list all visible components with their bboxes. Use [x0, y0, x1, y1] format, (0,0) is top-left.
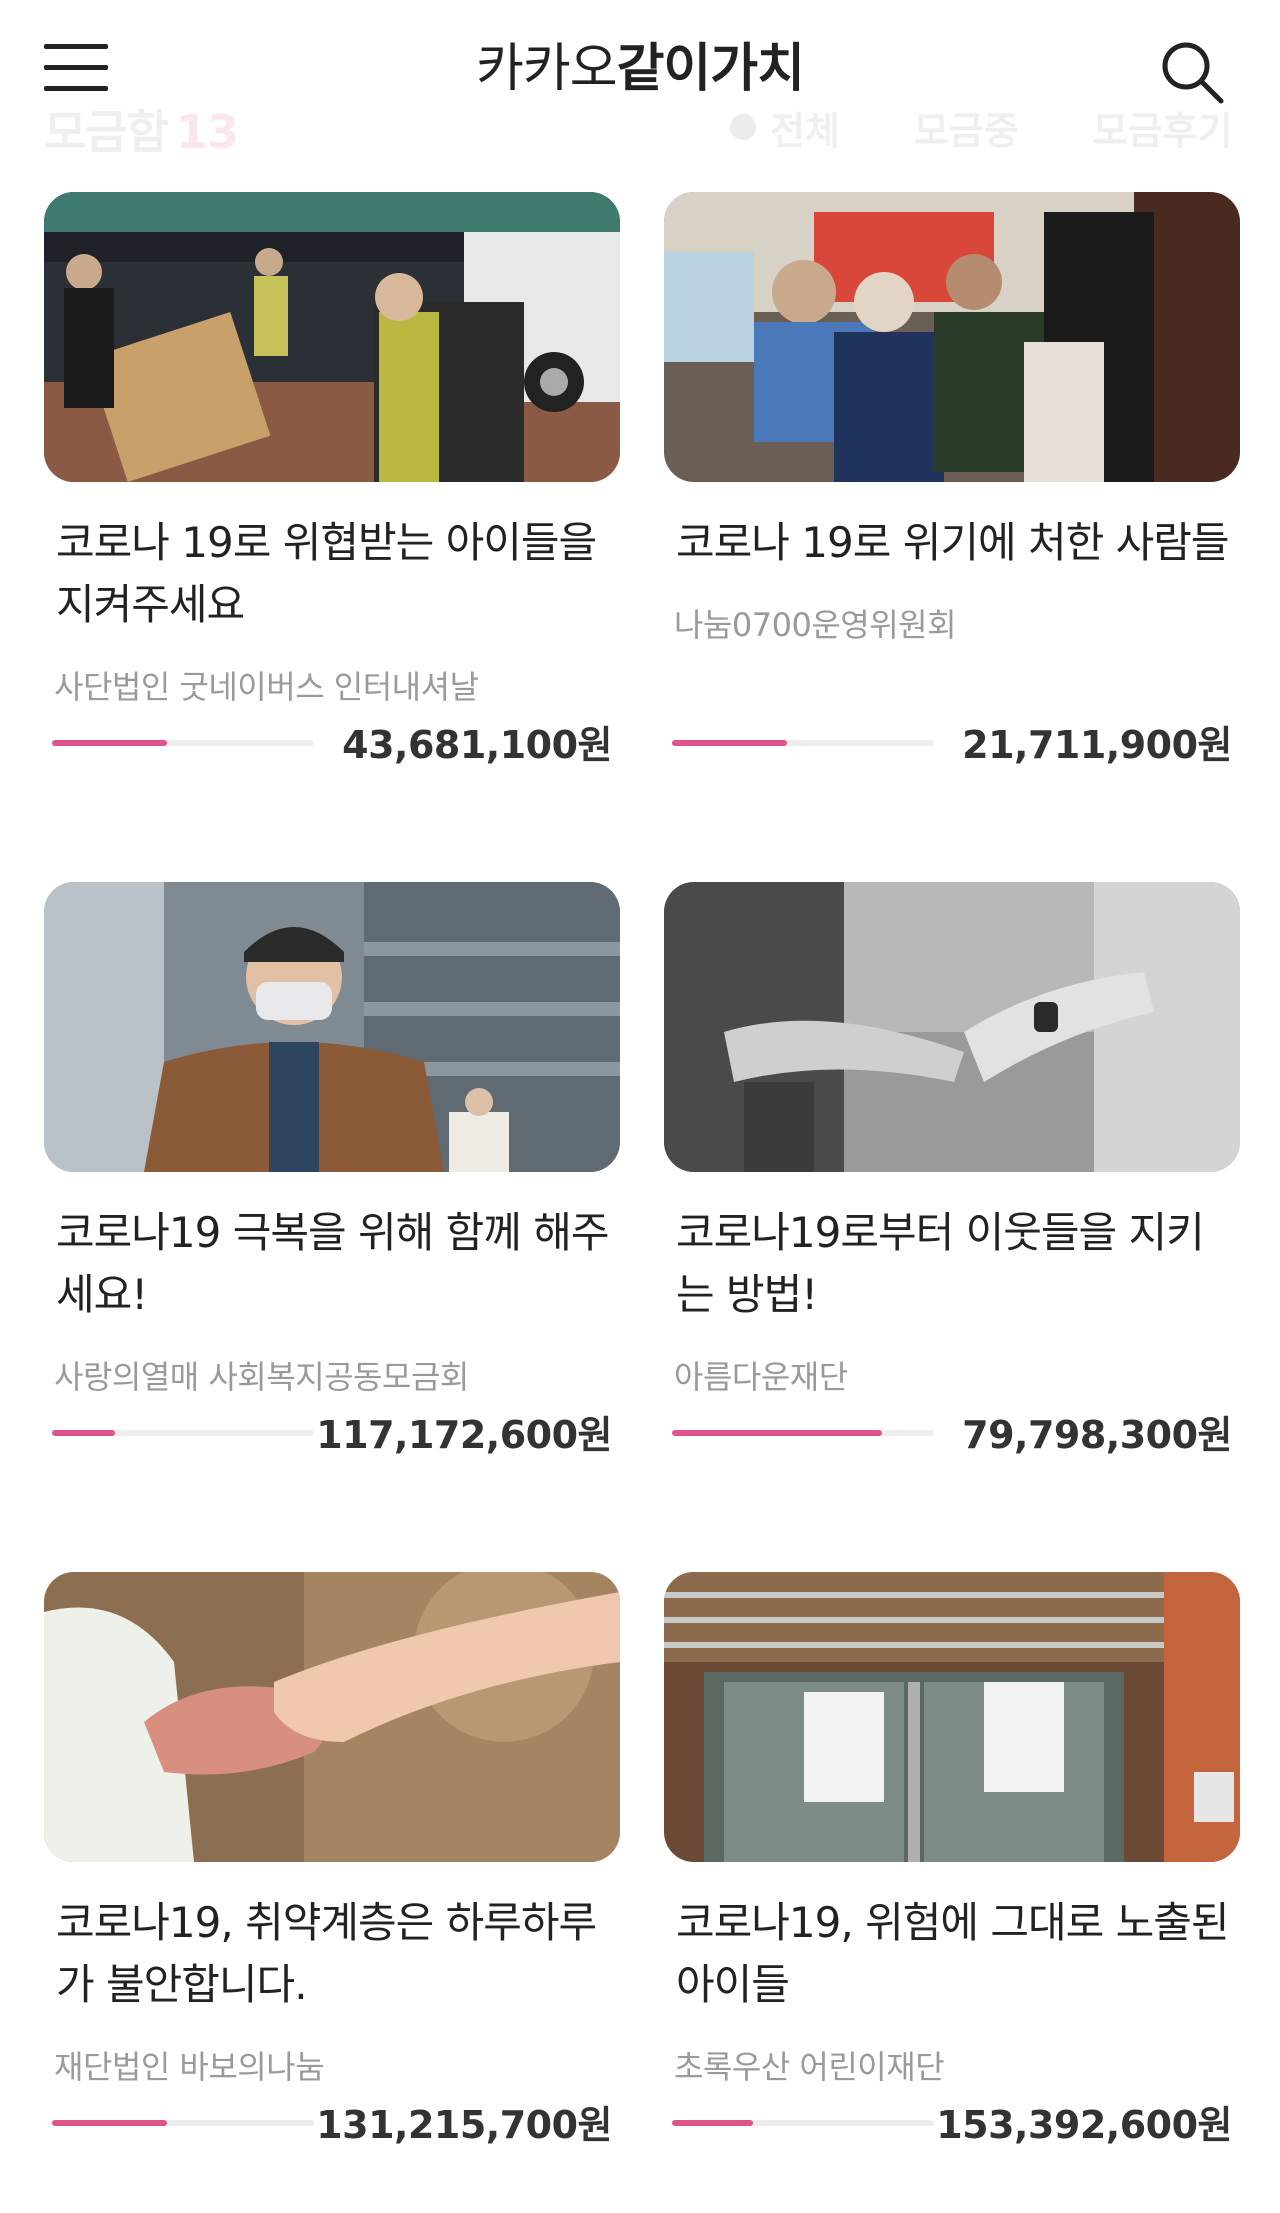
campaign-amount: 79,798,300원: [962, 1413, 1232, 1457]
page: 카카오같이가치 모금함 13 전체 모금중 모금후기 코로나 19로 위협받는 …: [0, 0, 1280, 2213]
campaign-thumbnail-elderly-care[interactable]: [664, 192, 1240, 482]
campaign-org: 아름다운재단: [674, 1358, 848, 1396]
campaign-title[interactable]: 코로나19, 취약계층은 하루하루가 불안합니다.: [56, 1892, 616, 2016]
campaign-thumbnail-closed-door[interactable]: [664, 1572, 1240, 1862]
campaign-card[interactable]: 코로나19, 위험에 그대로 노출된 아이들 초록우산 어린이재단 153,39…: [664, 1572, 1240, 2212]
campaign-org: 나눔0700운영위원회: [674, 606, 957, 644]
progress-bar: [672, 1430, 934, 1436]
progress-bar: [672, 2120, 934, 2126]
progress-bar-fill: [52, 740, 168, 746]
campaign-org: 사단법인 굿네이버스 인터내셔날: [54, 668, 479, 706]
progress-bar: [672, 740, 934, 746]
campaign-card[interactable]: 코로나 19로 위기에 처한 사람들 나눔0700운영위원회 21,711,90…: [664, 192, 1240, 832]
progress-bar: [52, 1430, 314, 1436]
campaign-thumbnail-hands-elderly[interactable]: [44, 1572, 620, 1862]
campaign-thumbnail-volunteers-night[interactable]: [44, 192, 620, 482]
campaign-grid: 코로나 19로 위협받는 아이들을 지켜주세요 사단법인 굿네이버스 인터내셔날…: [0, 0, 1280, 2213]
progress-bar-fill: [52, 1430, 115, 1436]
campaign-org: 사랑의열매 사회복지공동모금회: [54, 1358, 469, 1396]
campaign-thumbnail-holding-hands-bw[interactable]: [664, 882, 1240, 1172]
campaign-amount: 117,172,600원: [316, 1413, 612, 1457]
campaign-title[interactable]: 코로나 19로 위협받는 아이들을 지켜주세요: [56, 512, 616, 636]
progress-bar-fill: [672, 2120, 754, 2126]
campaign-card[interactable]: 코로나19로부터 이웃들을 지키는 방법! 아름다운재단 79,798,300원: [664, 882, 1240, 1522]
campaign-org: 재단법인 바보의나눔: [54, 2048, 325, 2086]
progress-bar-fill: [52, 2120, 168, 2126]
progress-bar-fill: [672, 1430, 882, 1436]
campaign-title[interactable]: 코로나19, 위험에 그대로 노출된 아이들: [676, 1892, 1236, 2016]
campaign-thumbnail-man-with-mask[interactable]: [44, 882, 620, 1172]
campaign-amount: 43,681,100원: [342, 723, 612, 767]
progress-bar-fill: [672, 740, 788, 746]
progress-bar: [52, 740, 314, 746]
progress-bar: [52, 2120, 314, 2126]
campaign-org: 초록우산 어린이재단: [674, 2048, 945, 2086]
campaign-card[interactable]: 코로나19, 취약계층은 하루하루가 불안합니다. 재단법인 바보의나눔 131…: [44, 1572, 620, 2212]
campaign-card[interactable]: 코로나 19로 위협받는 아이들을 지켜주세요 사단법인 굿네이버스 인터내셔날…: [44, 192, 620, 832]
campaign-amount: 131,215,700원: [316, 2103, 612, 2147]
campaign-amount: 21,711,900원: [962, 723, 1232, 767]
campaign-title[interactable]: 코로나 19로 위기에 처한 사람들: [676, 512, 1236, 574]
campaign-title[interactable]: 코로나19로부터 이웃들을 지키는 방법!: [676, 1202, 1236, 1326]
campaign-title[interactable]: 코로나19 극복을 위해 함께 해주세요!: [56, 1202, 616, 1326]
campaign-amount: 153,392,600원: [936, 2103, 1232, 2147]
campaign-card[interactable]: 코로나19 극복을 위해 함께 해주세요! 사랑의열매 사회복지공동모금회 11…: [44, 882, 620, 1522]
